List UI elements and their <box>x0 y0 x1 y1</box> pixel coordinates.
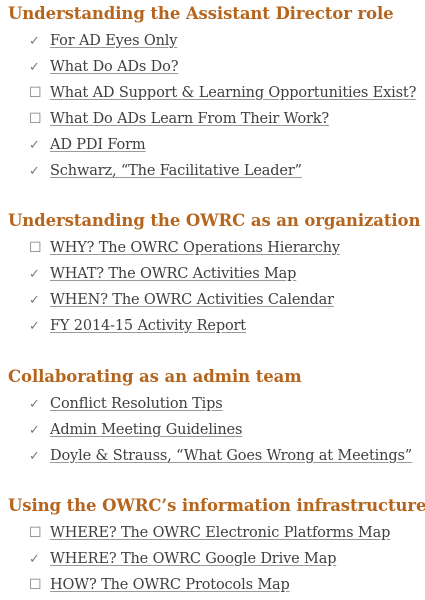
checkbox-icon: ☐ <box>29 85 42 101</box>
link-operations-hierarchy[interactable]: WHY? The OWRC Operations Hierarchy <box>50 240 340 256</box>
list-item-facilitative-leader[interactable]: ✓ Schwarz, “The Facilitative Leader” <box>29 161 302 181</box>
list-item-activity-report[interactable]: ✓ FY 2014-15 Activity Report <box>29 316 246 336</box>
checkbox-icon: ☐ <box>29 240 42 256</box>
resource-checklist-page: Understanding the Assistant Director rol… <box>0 0 425 600</box>
link-google-drive-map[interactable]: WHERE? The OWRC Google Drive Map <box>50 551 336 567</box>
list-item-what-goes-wrong[interactable]: ✓ Doyle & Strauss, “What Goes Wrong at M… <box>29 446 412 466</box>
list-item-operations-hierarchy[interactable]: ☐ WHY? The OWRC Operations Hierarchy <box>29 238 340 258</box>
list-item-for-ad-eyes-only[interactable]: ✓ For AD Eyes Only <box>29 31 177 51</box>
list-item-activities-calendar[interactable]: ✓ WHEN? The OWRC Activities Calendar <box>29 290 334 310</box>
link-activities-map[interactable]: WHAT? The OWRC Activities Map <box>50 266 296 282</box>
link-ad-support-opportunities[interactable]: What AD Support & Learning Opportunities… <box>50 85 416 101</box>
section-heading-admin-team: Collaborating as an admin team <box>8 367 302 386</box>
list-item-electronic-platforms-map[interactable]: ☐ WHERE? The OWRC Electronic Platforms M… <box>29 523 390 543</box>
checkmark-icon: ✓ <box>29 137 40 153</box>
list-item-what-do-ads-learn[interactable]: ☐ What Do ADs Learn From Their Work? <box>29 109 329 129</box>
link-meeting-guidelines[interactable]: Admin Meeting Guidelines <box>50 422 242 438</box>
checkmark-icon: ✓ <box>29 448 40 464</box>
link-ad-pdi-form[interactable]: AD PDI Form <box>50 137 146 153</box>
checkmark-icon: ✓ <box>29 59 40 75</box>
link-facilitative-leader[interactable]: Schwarz, “The Facilitative Leader” <box>50 163 302 179</box>
checkmark-icon: ✓ <box>29 396 40 412</box>
link-what-goes-wrong[interactable]: Doyle & Strauss, “What Goes Wrong at Mee… <box>50 448 412 464</box>
checkmark-icon: ✓ <box>29 422 40 438</box>
list-item-google-drive-map[interactable]: ✓ WHERE? The OWRC Google Drive Map <box>29 549 336 569</box>
section-heading-info-infrastructure: Using the OWRC’s information infrastruct… <box>8 496 425 515</box>
link-conflict-resolution[interactable]: Conflict Resolution Tips <box>50 396 223 412</box>
checkbox-icon: ☐ <box>29 525 42 541</box>
link-protocols-map[interactable]: HOW? The OWRC Protocols Map <box>50 577 290 593</box>
checkbox-icon: ☐ <box>29 111 42 127</box>
link-activity-report[interactable]: FY 2014-15 Activity Report <box>50 318 246 334</box>
checkmark-icon: ✓ <box>29 33 40 49</box>
section-heading-owrc-organization: Understanding the OWRC as an organizatio… <box>8 211 421 230</box>
checkmark-icon: ✓ <box>29 266 40 282</box>
list-item-meeting-guidelines[interactable]: ✓ Admin Meeting Guidelines <box>29 420 242 440</box>
list-item-activities-map[interactable]: ✓ WHAT? The OWRC Activities Map <box>29 264 296 284</box>
list-item-ad-support-opportunities[interactable]: ☐ What AD Support & Learning Opportuniti… <box>29 83 416 103</box>
section-heading-ad-role: Understanding the Assistant Director rol… <box>8 4 394 23</box>
list-item-ad-pdi-form[interactable]: ✓ AD PDI Form <box>29 135 146 155</box>
link-what-do-ads-learn[interactable]: What Do ADs Learn From Their Work? <box>50 111 329 127</box>
checkmark-icon: ✓ <box>29 292 40 308</box>
checkmark-icon: ✓ <box>29 163 40 179</box>
list-item-conflict-resolution[interactable]: ✓ Conflict Resolution Tips <box>29 394 223 414</box>
list-item-protocols-map[interactable]: ☐ HOW? The OWRC Protocols Map <box>29 575 290 595</box>
link-electronic-platforms-map[interactable]: WHERE? The OWRC Electronic Platforms Map <box>50 525 390 541</box>
link-what-do-ads-do[interactable]: What Do ADs Do? <box>50 59 178 75</box>
link-activities-calendar[interactable]: WHEN? The OWRC Activities Calendar <box>50 292 334 308</box>
checkmark-icon: ✓ <box>29 551 40 567</box>
checkbox-icon: ☐ <box>29 577 42 593</box>
checkmark-icon: ✓ <box>29 318 40 334</box>
list-item-what-do-ads-do[interactable]: ✓ What Do ADs Do? <box>29 57 178 77</box>
link-for-ad-eyes-only[interactable]: For AD Eyes Only <box>50 33 177 49</box>
